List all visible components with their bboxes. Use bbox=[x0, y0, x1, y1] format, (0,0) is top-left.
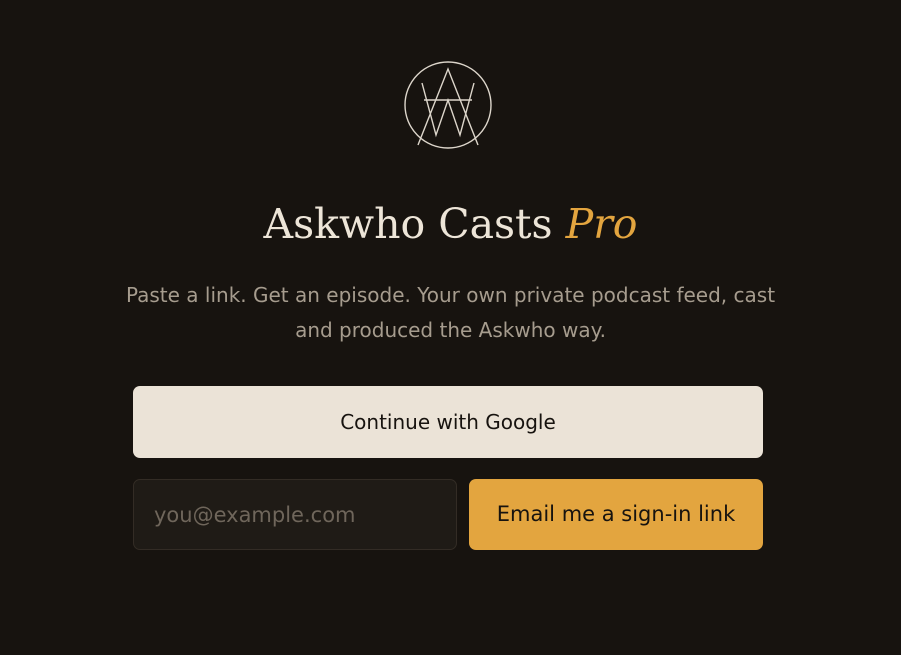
continue-with-google-button[interactable]: Continue with Google bbox=[133, 386, 763, 458]
askwho-monogram-icon bbox=[404, 61, 492, 149]
title-main: Askwho Casts bbox=[263, 200, 553, 248]
page-title: Askwho Casts Pro bbox=[0, 198, 901, 250]
tagline: Paste a link. Get an episode. Your own p… bbox=[125, 283, 776, 342]
title-accent: Pro bbox=[565, 200, 638, 248]
email-sign-in-link-button[interactable]: Email me a sign-in link bbox=[469, 479, 763, 550]
email-input[interactable] bbox=[133, 479, 457, 550]
